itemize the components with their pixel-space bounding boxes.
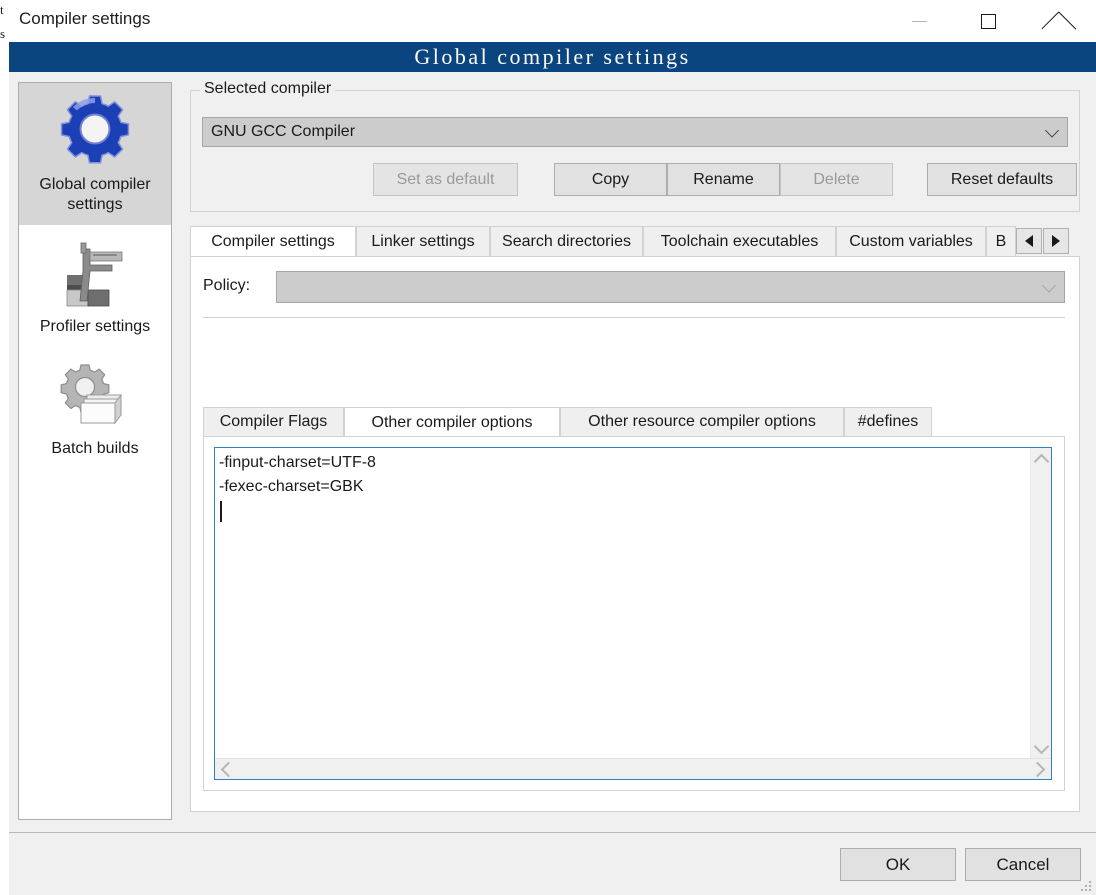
gear-pages-icon xyxy=(60,364,122,425)
chevron-down-icon xyxy=(1041,278,1057,293)
sidebar-item-batch-builds[interactable]: Batch builds xyxy=(19,347,171,469)
scroll-right-icon[interactable] xyxy=(1029,761,1046,778)
reset-defaults-button[interactable]: Reset defaults xyxy=(927,163,1077,196)
settings-content-panel: Selected compiler GNU GCC Compiler Set a… xyxy=(182,80,1087,820)
sidebar-item-profiler-settings[interactable]: Profiler settings xyxy=(19,225,171,347)
tab-search-directories[interactable]: Search directories xyxy=(490,226,643,256)
main-tab-strip: Compiler settings Linker settings Search… xyxy=(190,226,1080,257)
scroll-left-icon[interactable] xyxy=(220,761,237,778)
ok-button[interactable]: OK xyxy=(840,848,956,881)
chevron-down-icon xyxy=(1044,123,1060,138)
delete-button[interactable]: Delete xyxy=(780,163,893,196)
copy-button[interactable]: Copy xyxy=(554,163,667,196)
maximize-icon xyxy=(980,13,996,29)
close-button[interactable] xyxy=(1036,0,1082,42)
selected-compiler-legend: Selected compiler xyxy=(200,80,336,98)
close-icon xyxy=(1050,12,1068,30)
minimize-button[interactable] xyxy=(896,0,942,42)
maximize-button[interactable] xyxy=(965,0,1011,42)
tab-scroll-left-button[interactable] xyxy=(1016,228,1042,254)
resize-grip[interactable] xyxy=(1080,881,1092,893)
scroll-down-icon[interactable] xyxy=(1033,738,1050,755)
policy-select[interactable] xyxy=(276,271,1065,303)
dialog-footer: OK Cancel xyxy=(9,832,1096,895)
tab-custom-variables[interactable]: Custom variables xyxy=(836,226,986,256)
tab-other-resource-compiler-options[interactable]: Other resource compiler options xyxy=(560,407,844,436)
tab-defines[interactable]: #defines xyxy=(844,407,932,436)
compiler-options-text: -finput-charset=UTF-8 -fexec-charset=GBK xyxy=(219,454,376,495)
compiler-settings-tab-page: Policy: Compiler Flags Other compiler op… xyxy=(190,256,1080,812)
text-caret xyxy=(220,501,222,522)
window-title: Compiler settings xyxy=(19,9,151,28)
tab-other-compiler-options[interactable]: Other compiler options xyxy=(344,407,560,437)
selected-compiler-group: Selected compiler GNU GCC Compiler Set a… xyxy=(190,80,1080,212)
sidebar-item-global-compiler-settings[interactable]: Global compiler settings xyxy=(19,83,171,225)
chevron-left-icon xyxy=(1025,235,1033,247)
header-banner: Global compiler settings xyxy=(9,42,1096,72)
tab-toolchain-executables[interactable]: Toolchain executables xyxy=(643,226,836,256)
sidebar-item-label: Global compiler settings xyxy=(39,176,151,213)
settings-category-list[interactable]: Global compiler settings Profiler settin… xyxy=(18,82,172,820)
compiler-options-tab-strip: Compiler Flags Other compiler options Ot… xyxy=(203,407,1065,437)
background-text-2: s xyxy=(0,26,6,41)
tab-scroll-right-button[interactable] xyxy=(1043,228,1069,254)
compiler-select-value: GNU GCC Compiler xyxy=(211,123,356,140)
title-bar: Compiler settings xyxy=(9,0,1096,42)
tab-build-options[interactable]: B xyxy=(986,226,1016,256)
horizontal-scrollbar[interactable] xyxy=(215,758,1051,779)
cancel-button[interactable]: Cancel xyxy=(965,848,1081,881)
dialog-body: Global compiler settings Profiler settin… xyxy=(9,72,1096,832)
set-as-default-button[interactable]: Set as default xyxy=(373,163,518,196)
divider xyxy=(203,317,1065,318)
chevron-right-icon xyxy=(1052,235,1060,247)
caliper-cubes-icon xyxy=(66,242,123,307)
policy-label: Policy: xyxy=(203,277,251,294)
sidebar-item-label: Profiler settings xyxy=(39,318,151,335)
dialog-root: t s Compiler settings Global compiler se… xyxy=(0,0,1096,895)
tab-compiler-settings[interactable]: Compiler settings xyxy=(190,226,356,257)
vertical-scrollbar[interactable] xyxy=(1030,448,1051,760)
tab-compiler-flags[interactable]: Compiler Flags xyxy=(203,407,344,436)
other-compiler-options-page: -finput-charset=UTF-8 -fexec-charset=GBK xyxy=(203,436,1065,791)
blue-gear-icon xyxy=(60,95,130,164)
header-banner-title: Global compiler settings xyxy=(414,44,691,69)
scroll-up-icon[interactable] xyxy=(1033,453,1050,470)
compiler-settings-dialog: Compiler settings Global compiler settin… xyxy=(9,0,1096,895)
sidebar-item-label: Batch builds xyxy=(51,440,139,457)
tab-linker-settings[interactable]: Linker settings xyxy=(356,226,490,256)
rename-button[interactable]: Rename xyxy=(667,163,780,196)
background-text-1: t xyxy=(0,2,4,17)
policy-row: Policy: xyxy=(203,271,1065,303)
compiler-select[interactable]: GNU GCC Compiler xyxy=(202,117,1068,147)
minimize-icon xyxy=(911,20,927,22)
compiler-options-textarea[interactable]: -finput-charset=UTF-8 -fexec-charset=GBK xyxy=(214,447,1052,780)
